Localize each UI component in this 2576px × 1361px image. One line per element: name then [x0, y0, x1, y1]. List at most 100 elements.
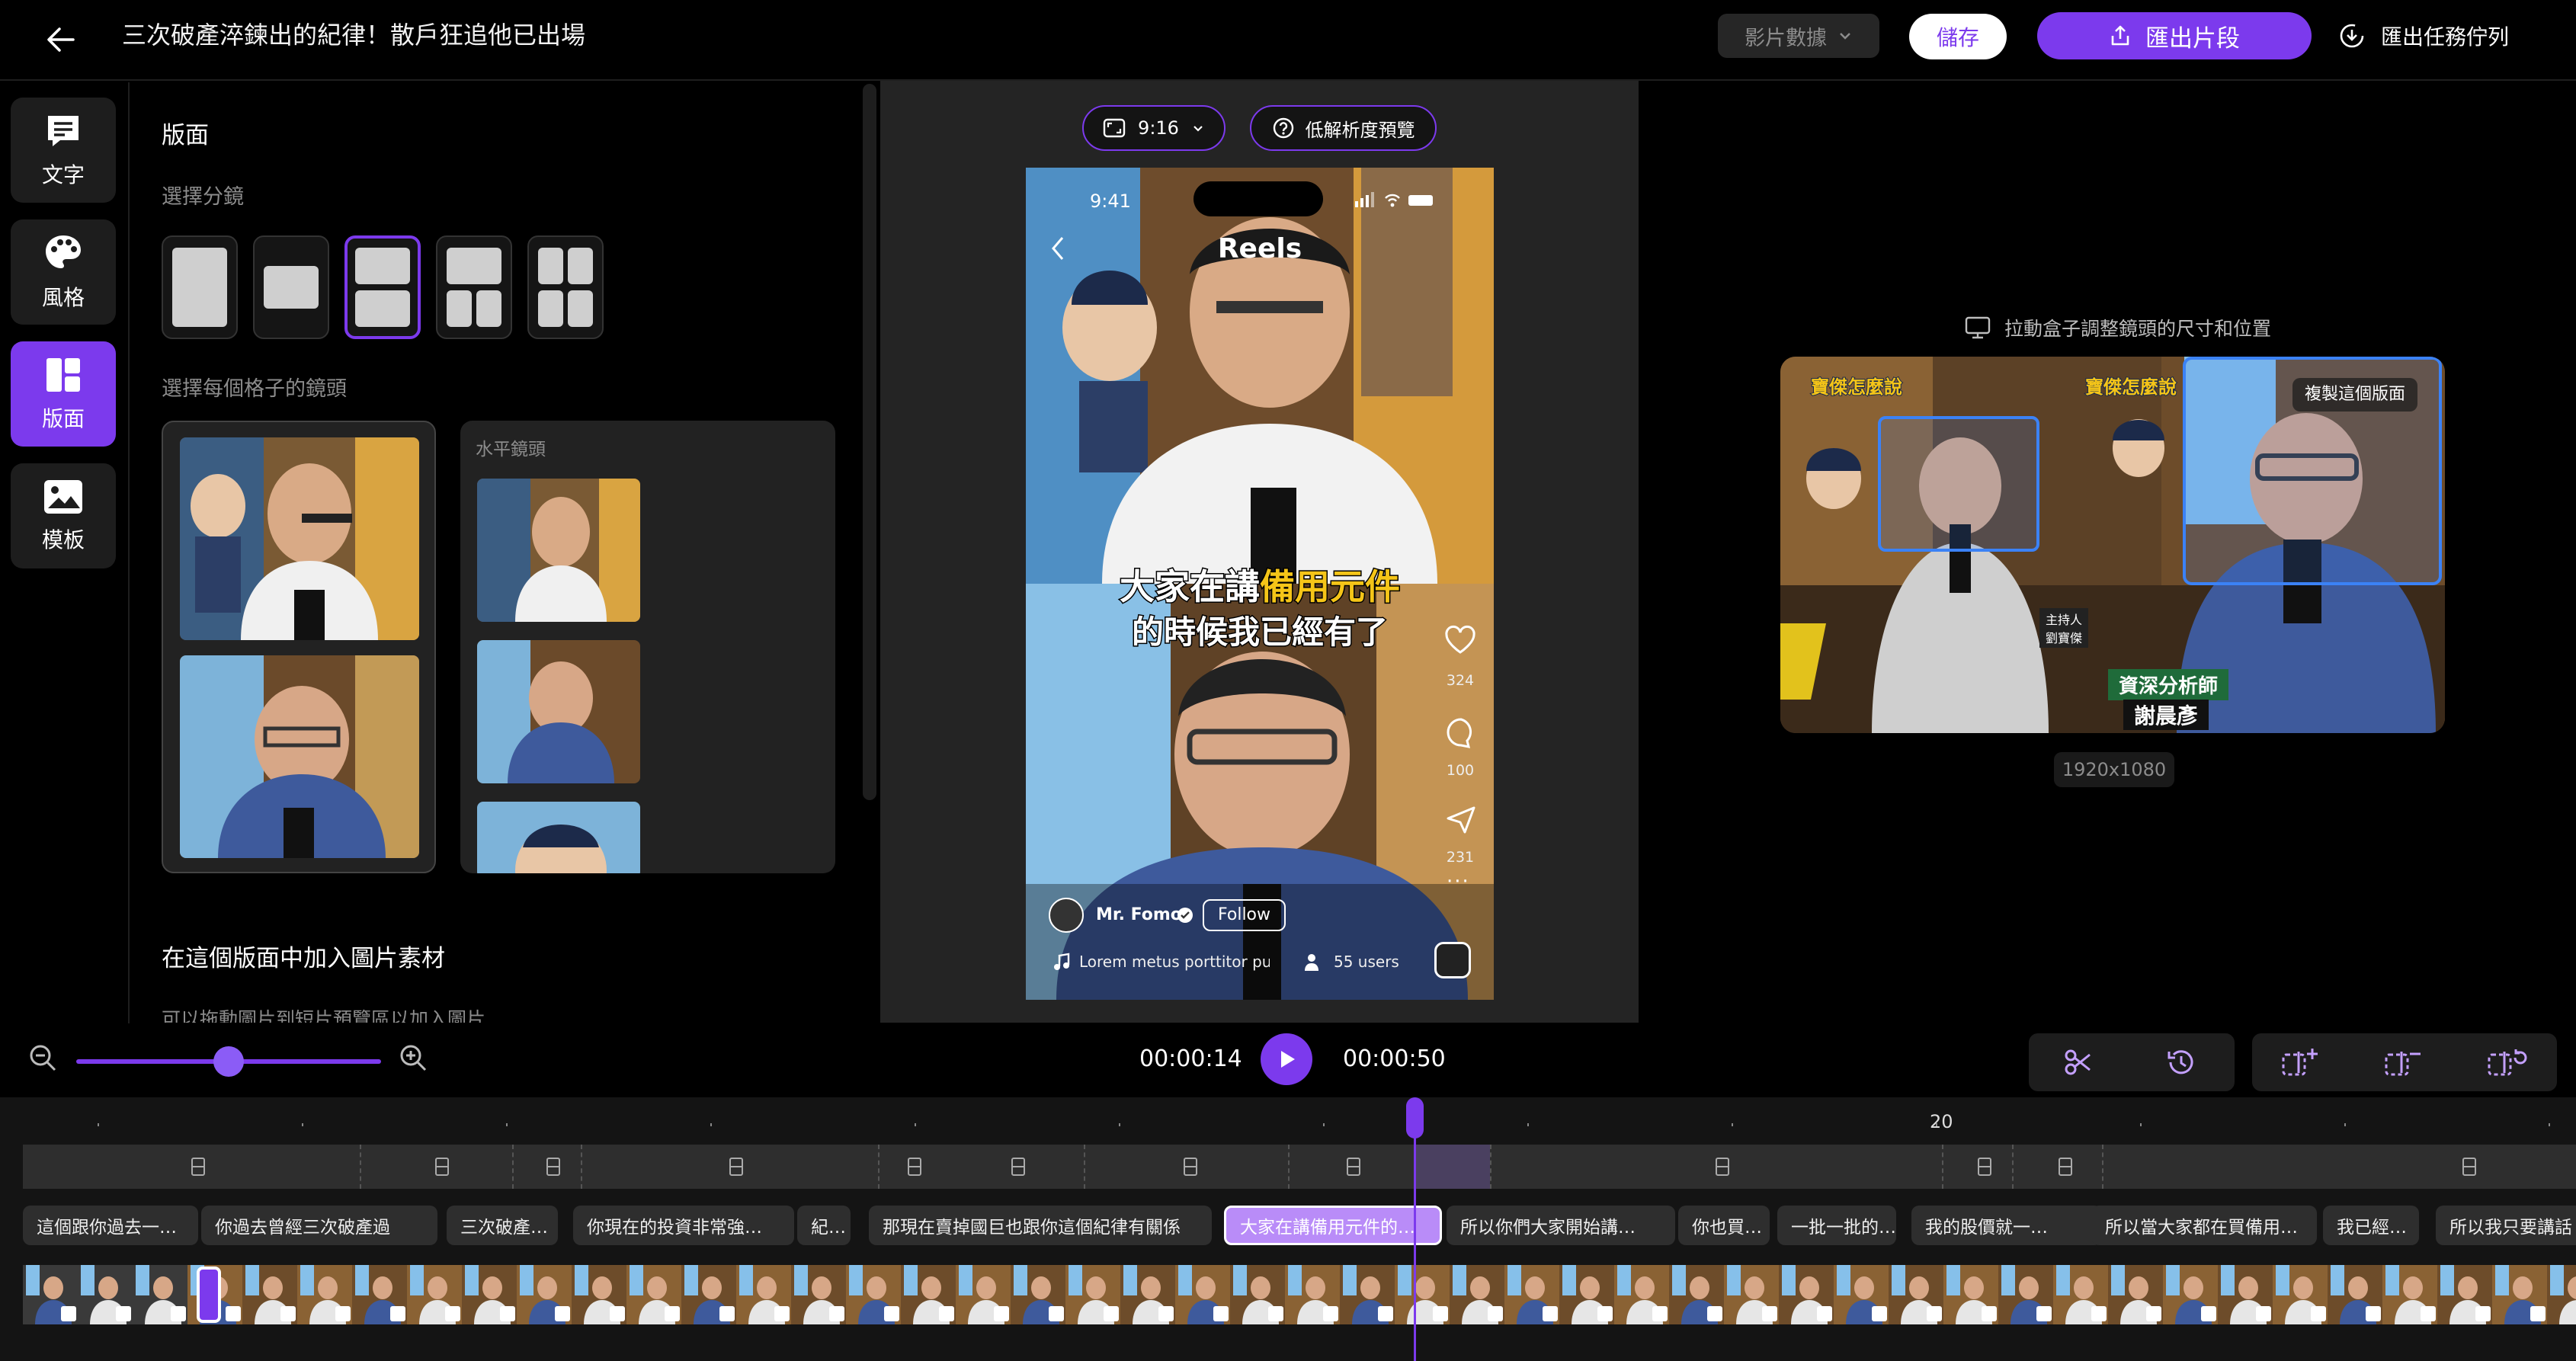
source-video-frame[interactable]: 寶傑怎麼說 寶傑怎麼說 主持人 劉寶傑 資深分析師 謝晨彥 複製這個版面: [1780, 357, 2445, 733]
crop-box-top[interactable]: [1878, 416, 2039, 552]
avatar[interactable]: [1049, 898, 1084, 933]
zoom-out-icon[interactable]: [27, 1042, 58, 1073]
heart-icon[interactable]: [1443, 625, 1477, 655]
rail-item-style[interactable]: 風格: [11, 219, 116, 325]
subtitle-chip[interactable]: 那現在賣掉國巨也跟你這個紀律有關係: [869, 1206, 1212, 1245]
arrow-left-icon: [47, 27, 75, 52]
layout-option-single-tall[interactable]: [162, 235, 238, 339]
ruler-tick: [506, 1123, 508, 1126]
layout-segment-icon[interactable]: [2462, 1157, 2477, 1177]
ruler-tick: [1119, 1123, 1120, 1126]
back-button[interactable]: [38, 17, 84, 62]
users-count: 55 users: [1334, 953, 1399, 971]
project-title[interactable]: 三次破產淬鍊出的紀律！散戶狂追他已出場: [122, 18, 585, 52]
playhead-line[interactable]: [1414, 1105, 1416, 1361]
tool-rail: 文字 風格 版面 模板: [0, 82, 130, 1023]
show-logo-left: 寶傑怎麼說: [1810, 376, 1903, 399]
video-track[interactable]: [23, 1265, 2576, 1324]
layout-option-single-square[interactable]: [253, 235, 329, 339]
layout-segment-icon[interactable]: [1977, 1157, 1992, 1177]
rail-item-template[interactable]: 模板: [11, 463, 116, 568]
subtitle-chip[interactable]: 大家在講備用元件的…: [1224, 1206, 1442, 1245]
subtitle-chip[interactable]: 紀…: [797, 1206, 851, 1245]
subtitle-chip[interactable]: 所以當大家都在買備用…: [2091, 1206, 2317, 1245]
horizontal-shot-1[interactable]: [477, 479, 640, 622]
subtitle-chip[interactable]: 所以你們大家開始講…: [1447, 1206, 1675, 1245]
ruler-tick: [2140, 1123, 2142, 1126]
rail-item-label: 模板: [41, 527, 85, 552]
low-res-preview-toggle[interactable]: 低解析度預覽: [1250, 105, 1437, 151]
layout-track[interactable]: [23, 1145, 2576, 1189]
subtitle-chip[interactable]: 所以我只要講話: [2436, 1206, 2576, 1245]
follow-button[interactable]: Follow: [1203, 899, 1286, 931]
layout-segment-icon[interactable]: [2058, 1157, 2073, 1177]
remove-clip-button[interactable]: [2355, 1033, 2454, 1091]
send-icon[interactable]: [1445, 805, 1477, 835]
export-queue-button[interactable]: 匯出任務佇列: [2338, 17, 2509, 55]
phone-preview[interactable]: 9:41 Reels 大家在講備用元件 的時候我已經有了 324 100 231…: [1026, 168, 1494, 1000]
comment-icon[interactable]: [1445, 716, 1477, 748]
rail-item-layout[interactable]: 版面: [11, 341, 116, 447]
layout-option-one-top-two-bottom[interactable]: [436, 235, 512, 339]
caption-highlight-text: 備用元件: [1259, 565, 1402, 609]
ruler-tick: [98, 1123, 99, 1126]
play-button[interactable]: [1261, 1033, 1312, 1085]
active-layout-segment[interactable]: [1414, 1145, 1490, 1189]
export-clip-button[interactable]: 匯出片段: [2037, 12, 2312, 59]
layout-segment-icon[interactable]: [191, 1157, 206, 1177]
layout-segment-icon[interactable]: [729, 1157, 744, 1177]
more-icon[interactable]: ···: [1447, 870, 1470, 893]
layout-option-four-grid[interactable]: [527, 235, 604, 339]
layout-option-two-stack[interactable]: [344, 235, 421, 339]
panel-title: 版面: [162, 122, 209, 149]
rail-item-label: 風格: [41, 285, 85, 310]
layout-segment-icon[interactable]: [546, 1157, 561, 1177]
zoom-in-icon[interactable]: [398, 1042, 428, 1073]
grid-cell-bottom-shot[interactable]: [180, 655, 419, 858]
history-button[interactable]: [2132, 1033, 2231, 1091]
ruler-tick: [915, 1123, 916, 1126]
subtitle-chip[interactable]: 你過去曾經三次破產過: [201, 1206, 437, 1245]
cut-button[interactable]: [2029, 1033, 2128, 1091]
cartoon-shot-thumbnail: [477, 802, 640, 873]
rail-item-text[interactable]: 文字: [11, 98, 116, 203]
subtitle-chip[interactable]: 我的股價就一…: [1911, 1206, 2102, 1245]
subtitle-chip[interactable]: 一批一批的…: [1777, 1206, 1896, 1245]
add-clip-button[interactable]: [2252, 1033, 2351, 1091]
panel-scrollbar[interactable]: [863, 84, 876, 800]
zoom-slider-handle[interactable]: [213, 1046, 244, 1077]
subtitle-chip[interactable]: 你也買…: [1678, 1206, 1770, 1245]
layout-segment-icon[interactable]: [1011, 1157, 1026, 1177]
subtitle-chip[interactable]: 三次破產…: [447, 1206, 558, 1245]
add-segment-icon: [2282, 1049, 2318, 1076]
aspect-ratio-dropdown[interactable]: 9:16: [1082, 105, 1226, 151]
clip-tools-group: [2252, 1033, 2557, 1091]
choose-split-label: 選擇分鏡: [162, 185, 244, 209]
video-data-dropdown[interactable]: 影片數據: [1718, 14, 1879, 58]
user-name[interactable]: Mr. Fomo: [1096, 905, 1182, 924]
playhead-handle[interactable]: [1406, 1097, 1424, 1138]
drag-hint: 拉動盒子調整鏡頭的尺寸和位置: [1965, 312, 2271, 343]
horizontal-shot-2[interactable]: [477, 640, 640, 783]
layout-segment-icon[interactable]: [1183, 1157, 1198, 1177]
subtitle-chip[interactable]: 這個跟你過去一…: [23, 1206, 198, 1245]
layout-segment-icon[interactable]: [1346, 1157, 1361, 1177]
music-album-icon[interactable]: [1434, 942, 1471, 978]
host-name-text: 劉寶傑: [2046, 631, 2083, 645]
reset-clip-button[interactable]: [2458, 1033, 2557, 1091]
save-button[interactable]: 儲存: [1909, 14, 2007, 59]
layout-segment-divider: [2102, 1145, 2103, 1189]
horizontal-shot-3[interactable]: [477, 802, 640, 873]
layout-segment-icon[interactable]: [1715, 1157, 1730, 1177]
share-upload-icon: [2111, 25, 2129, 46]
music-note-icon: [1054, 953, 1070, 970]
share-count: 231: [1446, 849, 1475, 866]
subtitle-chip[interactable]: 你現在的投資非常強…: [573, 1206, 794, 1245]
grid-cell-top-shot[interactable]: [180, 437, 419, 640]
subtitle-chip[interactable]: 我已經…: [2323, 1206, 2419, 1245]
host-thumbnail: [180, 437, 419, 640]
layout-segment-icon[interactable]: [434, 1157, 450, 1177]
video-trim-handle[interactable]: [197, 1267, 221, 1323]
copy-layout-button[interactable]: 複製這個版面: [2292, 378, 2418, 412]
layout-segment-icon[interactable]: [907, 1157, 922, 1177]
